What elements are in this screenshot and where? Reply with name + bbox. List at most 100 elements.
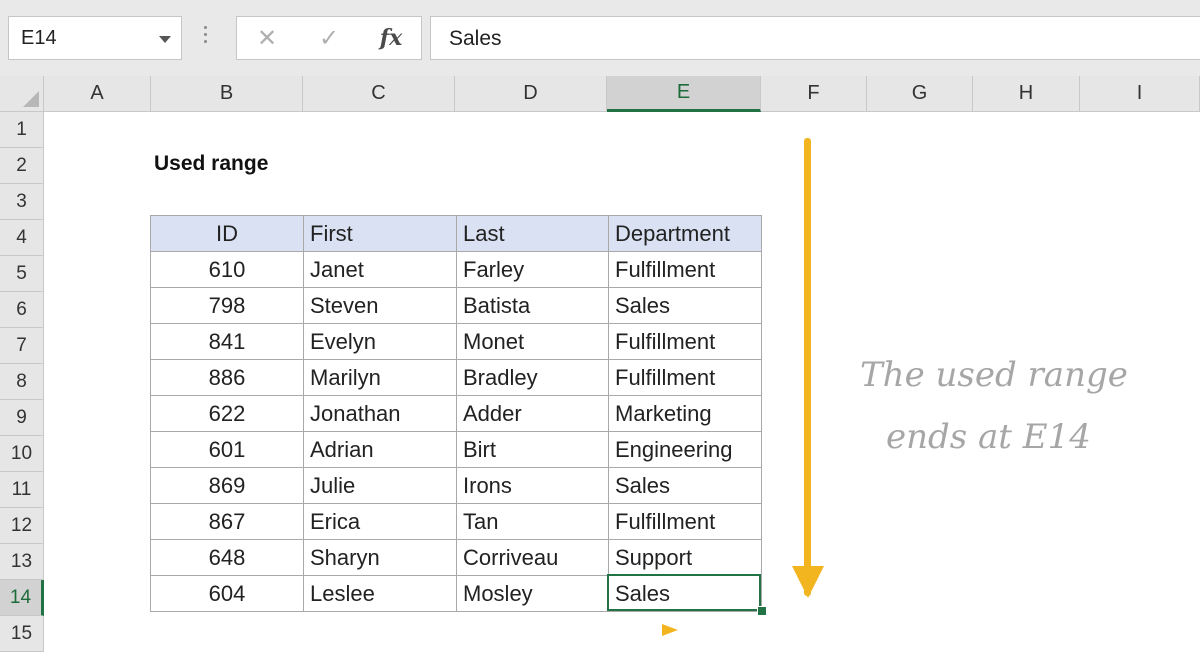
- cell-first[interactable]: Julie: [303, 467, 457, 504]
- annotation-line-2: ends at E14: [886, 417, 1091, 457]
- cell-department[interactable]: Sales: [608, 287, 762, 324]
- table-header-row: ID First Last Department: [150, 215, 762, 252]
- column-header-h[interactable]: H: [973, 76, 1080, 112]
- worksheet-grid[interactable]: ABCDEFGHI 1 2 3 4 5 6 7 8 9 10 11 12 13 14 15 Used ran…: [0, 76, 1200, 652]
- column-header-a[interactable]: A: [44, 76, 151, 112]
- enter-icon[interactable]: ✓: [309, 17, 349, 59]
- data-table: ID First Last Department 610 Janet Farley Fulfi…: [150, 215, 762, 612]
- cell-first[interactable]: Janet: [303, 251, 457, 288]
- table-row: 622 Jonathan Adder Marketing: [150, 395, 762, 432]
- row-header-8[interactable]: 8: [0, 364, 44, 400]
- table-row: 648 Sharyn Corriveau Support: [150, 539, 762, 576]
- cell-department[interactable]: Fulfillment: [608, 323, 762, 360]
- cell-first[interactable]: Evelyn: [303, 323, 457, 360]
- cell-id[interactable]: 604: [150, 575, 304, 612]
- chevron-down-icon[interactable]: [159, 36, 171, 43]
- row-header-7[interactable]: 7: [0, 328, 44, 364]
- formula-value[interactable]: Sales: [449, 27, 502, 51]
- cell-department[interactable]: Support: [608, 539, 762, 576]
- row-header-11[interactable]: 11: [0, 472, 44, 508]
- row-header-3[interactable]: 3: [0, 184, 44, 220]
- cell-last[interactable]: Tan: [456, 503, 609, 540]
- used-range-arrow: [804, 138, 811, 596]
- name-box[interactable]: E14: [8, 16, 182, 60]
- row-header-13[interactable]: 13: [0, 544, 44, 580]
- column-header-c[interactable]: C: [303, 76, 455, 112]
- cell-id[interactable]: 601: [150, 431, 304, 468]
- table-row: 869 Julie Irons Sales: [150, 467, 762, 504]
- sheet-title[interactable]: Used range: [154, 152, 268, 176]
- cell-department[interactable]: Fulfillment: [608, 359, 762, 396]
- cell-department[interactable]: Engineering: [608, 431, 762, 468]
- cell-id[interactable]: 648: [150, 539, 304, 576]
- row-header-6[interactable]: 6: [0, 292, 44, 328]
- row-header-12[interactable]: 12: [0, 508, 44, 544]
- table-row: 841 Evelyn Monet Fulfillment: [150, 323, 762, 360]
- insert-function-icon[interactable]: fx: [371, 17, 411, 59]
- formula-buttons: ✕ ✓ fx: [236, 16, 422, 60]
- row-header-10[interactable]: 10: [0, 436, 44, 472]
- fill-handle[interactable]: [757, 606, 767, 616]
- annotation-line-1: The used range: [860, 355, 1128, 395]
- row-header-14[interactable]: 14: [0, 580, 44, 616]
- header-cell-first[interactable]: First: [303, 215, 457, 252]
- cell-last[interactable]: Irons: [456, 467, 609, 504]
- cell-first[interactable]: Leslee: [303, 575, 457, 612]
- cell-last[interactable]: Mosley: [456, 575, 609, 612]
- cell-id[interactable]: 867: [150, 503, 304, 540]
- table-row: 798 Steven Batista Sales: [150, 287, 762, 324]
- cell-id[interactable]: 869: [150, 467, 304, 504]
- cell-id[interactable]: 622: [150, 395, 304, 432]
- formula-input[interactable]: Sales: [430, 16, 1200, 60]
- cell-id[interactable]: 610: [150, 251, 304, 288]
- column-header-g[interactable]: G: [867, 76, 973, 112]
- row-header-2[interactable]: 2: [0, 148, 44, 184]
- cell-first[interactable]: Adrian: [303, 431, 457, 468]
- cell-last[interactable]: Batista: [456, 287, 609, 324]
- cell-first[interactable]: Sharyn: [303, 539, 457, 576]
- cell-last[interactable]: Farley: [456, 251, 609, 288]
- cell-last[interactable]: Corriveau: [456, 539, 609, 576]
- cell-last[interactable]: Adder: [456, 395, 609, 432]
- table-row: 867 Erica Tan Fulfillment: [150, 503, 762, 540]
- cell-last[interactable]: Bradley: [456, 359, 609, 396]
- table-row: 601 Adrian Birt Engineering: [150, 431, 762, 468]
- row-header-9[interactable]: 9: [0, 400, 44, 436]
- cell-id[interactable]: 798: [150, 287, 304, 324]
- cell-last[interactable]: Monet: [456, 323, 609, 360]
- cell-department[interactable]: Fulfillment: [608, 503, 762, 540]
- header-cell-department[interactable]: Department: [608, 215, 762, 252]
- row-header-4[interactable]: 4: [0, 220, 44, 256]
- cell-last[interactable]: Birt: [456, 431, 609, 468]
- cell-department[interactable]: Sales: [608, 467, 762, 504]
- table-row: 886 Marilyn Bradley Fulfillment: [150, 359, 762, 396]
- cell-first[interactable]: Steven: [303, 287, 457, 324]
- select-all-icon: [23, 91, 39, 107]
- cell-id[interactable]: 886: [150, 359, 304, 396]
- row-header-1[interactable]: 1: [0, 112, 44, 148]
- header-cell-last[interactable]: Last: [456, 215, 609, 252]
- column-header-e[interactable]: E: [607, 76, 761, 112]
- name-box-value[interactable]: E14: [21, 27, 57, 50]
- cell-first[interactable]: Marilyn: [303, 359, 457, 396]
- formula-bar: E14 ✕ ✓ fx Sales: [0, 0, 1200, 76]
- cell-first[interactable]: Erica: [303, 503, 457, 540]
- column-header-i[interactable]: I: [1080, 76, 1200, 112]
- annotation-note: The used range ends at E14: [860, 344, 1180, 468]
- active-cell-outline: [607, 574, 761, 611]
- cell-department[interactable]: Fulfillment: [608, 251, 762, 288]
- select-all-button[interactable]: [0, 76, 44, 112]
- row-header-15[interactable]: 15: [0, 616, 44, 652]
- row-header-5[interactable]: 5: [0, 256, 44, 292]
- arrow-head-icon: [792, 566, 824, 598]
- cell-department[interactable]: Marketing: [608, 395, 762, 432]
- cell-id[interactable]: 841: [150, 323, 304, 360]
- column-header-b[interactable]: B: [151, 76, 303, 112]
- cancel-icon[interactable]: ✕: [247, 17, 287, 59]
- column-header-d[interactable]: D: [455, 76, 607, 112]
- table-row: 610 Janet Farley Fulfillment: [150, 251, 762, 288]
- header-cell-id[interactable]: ID: [150, 215, 304, 252]
- drag-handle-icon[interactable]: [204, 26, 208, 48]
- column-header-f[interactable]: F: [761, 76, 867, 112]
- cell-first[interactable]: Jonathan: [303, 395, 457, 432]
